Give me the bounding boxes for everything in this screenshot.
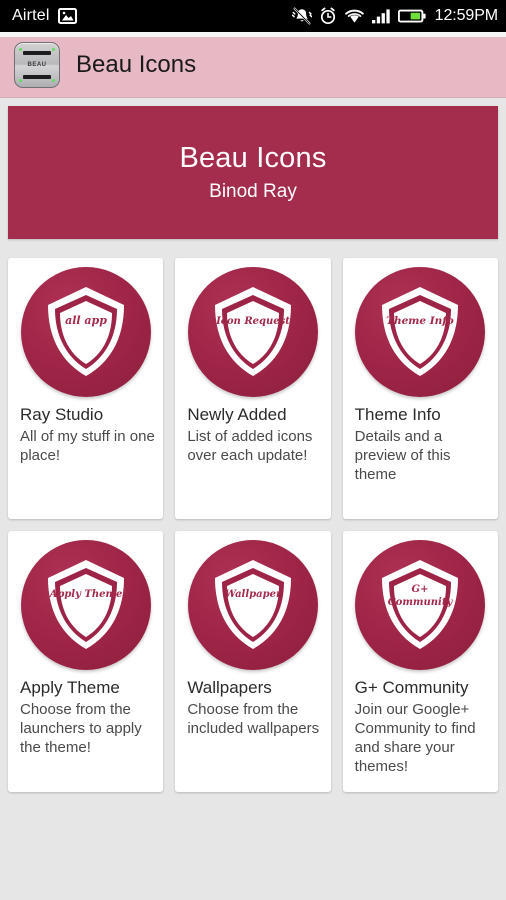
card-apply-theme[interactable]: Apply Theme Apply Theme Choose from the … (8, 531, 164, 792)
card-icon-wrap: Icon Request (183, 267, 322, 397)
status-bar-right: 12:59PM (291, 7, 498, 25)
shield-icon: all app (20, 267, 151, 397)
app-logo-text: BEAU (27, 61, 47, 68)
app-logo-led (19, 47, 22, 51)
alarm-icon (319, 7, 337, 25)
carrier-label: Airtel (12, 7, 50, 24)
card-grid: all app Ray Studio All of my stuff in on… (8, 258, 498, 792)
signal-icon (371, 8, 391, 24)
hero-subtitle: Binod Ray (209, 181, 297, 202)
hero-banner: Beau Icons Binod Ray (8, 106, 498, 239)
shield-icon: Icon Request (187, 267, 318, 397)
card-title: Ray Studio (20, 405, 104, 424)
shield-icon: Theme Info (355, 267, 486, 397)
app-logo-led (52, 78, 55, 82)
shield-text: Theme Info (386, 315, 454, 327)
shield-text: Apply Theme (48, 589, 122, 600)
shield-icon: G+ Community (355, 540, 486, 670)
card-description: Join our Google+ Community to find and s… (354, 701, 476, 775)
card-title: Newly Added (187, 405, 287, 424)
app-logo-led (52, 47, 55, 51)
shield-text: all app (65, 314, 107, 327)
card-description: Choose from the included wallpapers (187, 701, 320, 737)
app-bar-title: Beau Icons (76, 50, 197, 78)
card-theme-info[interactable]: Theme Info Theme Info Details and a prev… (342, 258, 498, 519)
shield-text: Wallpaper (225, 589, 282, 600)
card-description: Details and a preview of this theme (354, 428, 451, 483)
app-logo-icon: BEAU (14, 41, 60, 88)
battery-icon (397, 8, 426, 24)
card-title: G+ Community (354, 678, 469, 697)
hero-title: Beau Icons (179, 142, 327, 174)
card-description: All of my stuff in one place! (20, 428, 155, 464)
mute-bell-icon (291, 7, 312, 25)
card-icon-wrap: G+ Community (351, 540, 490, 670)
app-logo-bar-top (23, 50, 51, 55)
card-title: Apply Theme (20, 678, 120, 697)
wifi-icon (344, 8, 365, 24)
status-bar: Airtel 12:59PM (0, 0, 506, 32)
app-logo-led (19, 78, 22, 82)
card-wallpapers[interactable]: Wallpaper Wallpapers Choose from the inc… (175, 531, 331, 792)
image-icon (57, 8, 77, 24)
shield-icon: Apply Theme (20, 540, 151, 670)
app-logo-bar-bottom (23, 74, 51, 79)
card-title: Theme Info (354, 405, 441, 424)
main-content: Beau Icons Binod Ray all app Ray Studio … (0, 98, 506, 900)
card-title: Wallpapers (187, 678, 272, 697)
card-description: Choose from the launchers to apply the t… (20, 701, 142, 756)
card-ray-studio[interactable]: all app Ray Studio All of my stuff in on… (8, 258, 164, 519)
clock-label: 12:59PM (434, 7, 498, 24)
card-icon-wrap: Theme Info (351, 267, 490, 397)
card-newly-added[interactable]: Icon Request Newly Added List of added i… (175, 258, 331, 519)
card-description: List of added icons over each update! (187, 428, 313, 464)
shield-text-second-line: Community (388, 597, 454, 608)
card-g-plus-community[interactable]: G+ Community G+ Community Join our Googl… (342, 531, 498, 792)
card-icon-wrap: Apply Theme (16, 540, 155, 670)
app-bar: BEAU Beau Icons (0, 32, 506, 98)
status-bar-left: Airtel (12, 7, 292, 25)
shield-icon: Wallpaper (187, 540, 318, 670)
card-icon-wrap: all app (16, 267, 155, 397)
shield-text: Icon Request (215, 316, 290, 327)
card-icon-wrap: Wallpaper (183, 540, 322, 670)
shield-text: G+ (412, 584, 429, 595)
